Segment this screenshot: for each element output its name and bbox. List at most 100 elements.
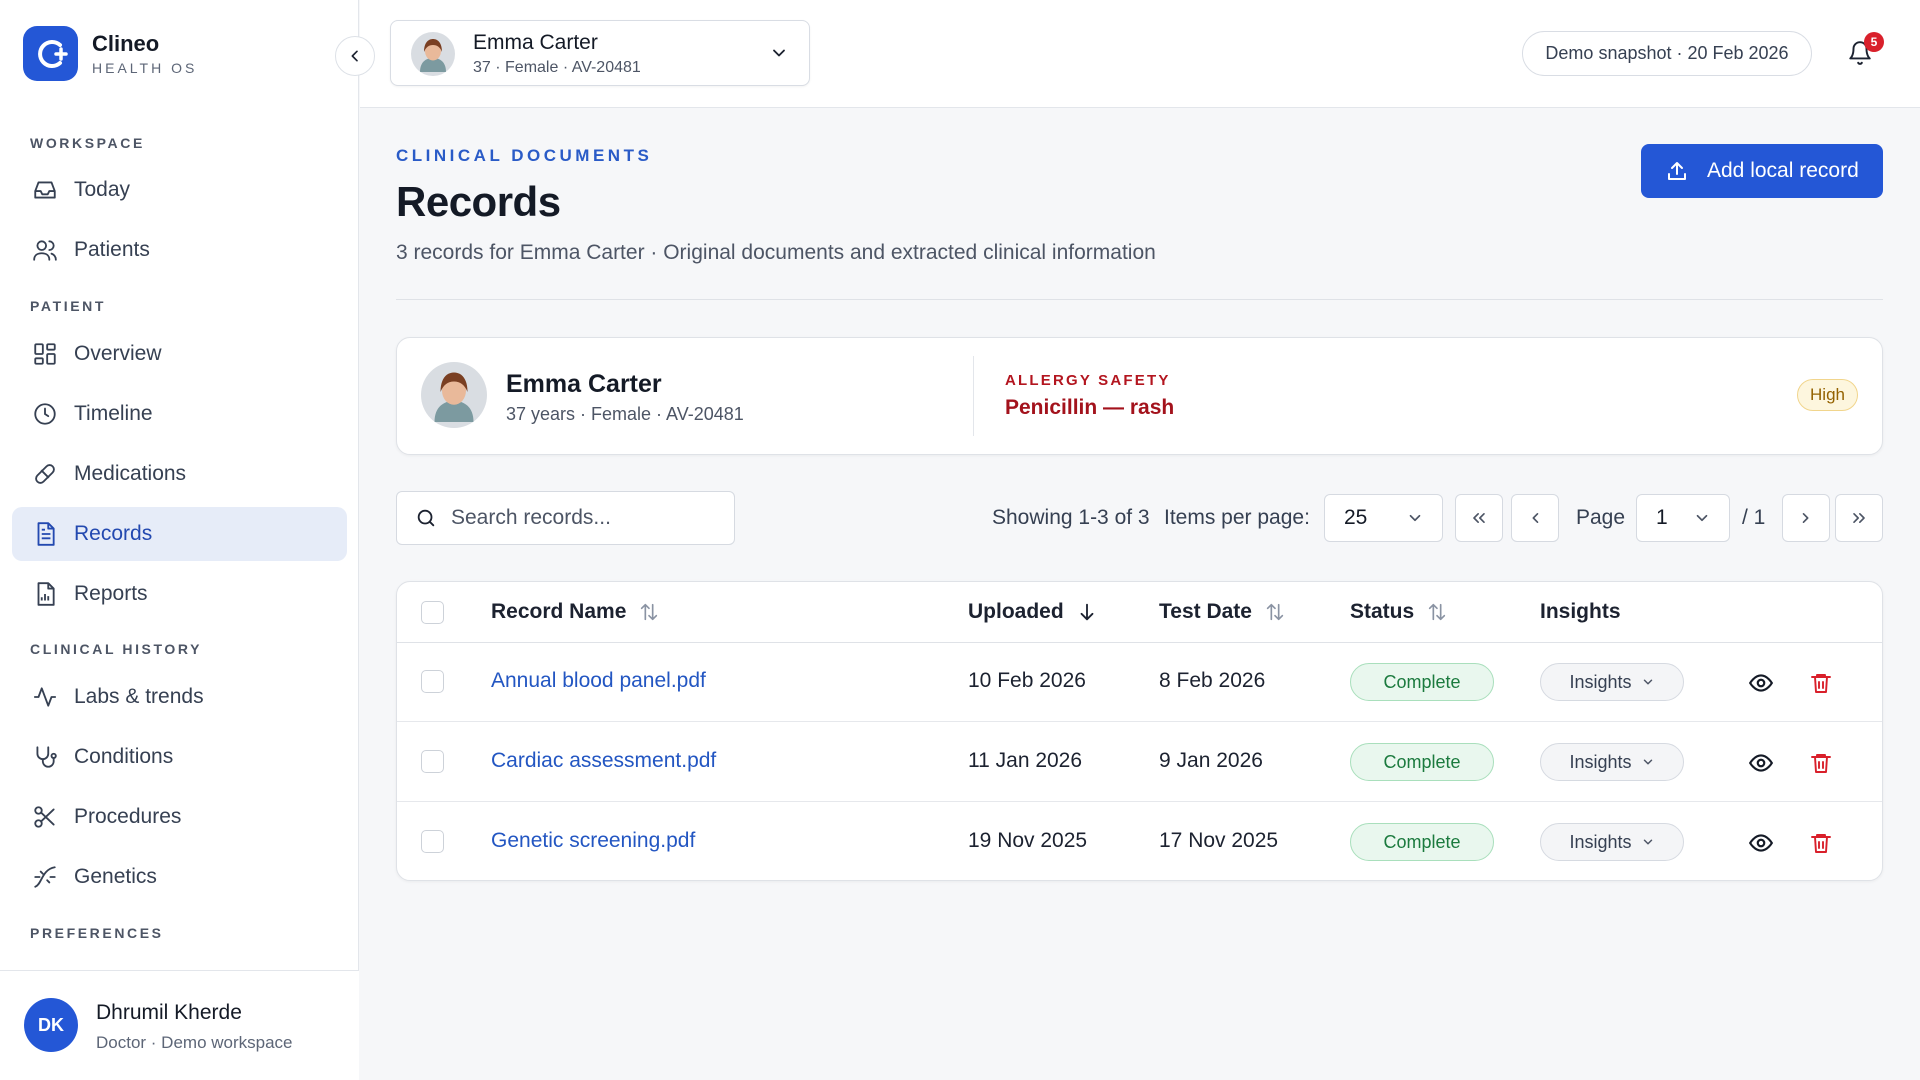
previous-page-button[interactable]: [1511, 494, 1559, 542]
row-checkbox[interactable]: [421, 830, 444, 853]
items-per-page-select[interactable]: 25: [1324, 494, 1443, 542]
card-separator: [973, 356, 974, 436]
grid-icon: [30, 339, 60, 369]
chevron-down-icon: [1406, 509, 1424, 533]
users-icon: [30, 235, 60, 265]
eye-icon: [1748, 670, 1774, 696]
test-date: 17 Nov 2025: [1159, 829, 1279, 852]
page-select[interactable]: 1: [1636, 494, 1730, 542]
column-record-name[interactable]: Record Name: [491, 600, 660, 624]
selected-patient-summary: 37 · Female · AV-20481: [473, 59, 641, 76]
chevrons-left-icon: [1469, 508, 1489, 528]
patient-photo: [421, 362, 487, 428]
uploaded-date: 10 Feb 2026: [968, 669, 1086, 692]
allergy-value: Penicillin — rash: [1005, 396, 1175, 419]
items-per-page-value: 25: [1344, 506, 1368, 529]
chevron-down-icon: [1693, 509, 1711, 533]
sidebar-item-conditions[interactable]: Conditions: [12, 730, 347, 784]
sidebar-item-overview[interactable]: Overview: [12, 327, 347, 381]
sidebar-item-timeline[interactable]: Timeline: [12, 387, 347, 441]
delete-record-button[interactable]: [1805, 827, 1837, 859]
dna-icon: [30, 862, 60, 892]
sort-icon: [638, 601, 660, 623]
notification-count-badge: 5: [1864, 32, 1884, 52]
insights-dropdown-button[interactable]: Insights: [1540, 743, 1684, 781]
collapse-sidebar-button[interactable]: [335, 36, 375, 76]
sidebar-item-label: Medications: [74, 462, 187, 485]
nav-section-workspace: WORKSPACE: [30, 135, 145, 151]
status-badge: Complete: [1350, 823, 1494, 861]
column-test-date[interactable]: Test Date: [1159, 600, 1286, 624]
insights-label: Insights: [1569, 751, 1632, 772]
add-local-record-button[interactable]: Add local record: [1641, 144, 1883, 198]
row-checkbox[interactable]: [421, 670, 444, 693]
test-date: 8 Feb 2026: [1159, 669, 1266, 692]
page-label: Page: [1576, 506, 1626, 529]
view-record-button[interactable]: [1745, 827, 1777, 859]
brand[interactable]: Clineo HEALTH OS: [23, 26, 197, 81]
chevron-left-icon: [1525, 508, 1545, 528]
page-eyebrow: CLINICAL DOCUMENTS: [396, 146, 653, 165]
add-local-record-label: Add local record: [1707, 159, 1859, 182]
test-date: 9 Jan 2026: [1159, 749, 1263, 772]
clock-icon: [30, 399, 60, 429]
column-insights: Insights: [1540, 600, 1621, 624]
column-uploaded[interactable]: Uploaded: [968, 600, 1098, 624]
sidebar-item-records[interactable]: Records: [12, 507, 347, 561]
status-badge: Complete: [1350, 743, 1494, 781]
sidebar-item-patients[interactable]: Patients: [12, 223, 347, 277]
chevron-down-icon: [1641, 835, 1655, 849]
sidebar-item-labs-trends[interactable]: Labs & trends: [12, 670, 347, 724]
user-role: Doctor · Demo workspace: [96, 1033, 293, 1052]
record-link[interactable]: Cardiac assessment.pdf: [491, 749, 716, 773]
next-page-button[interactable]: [1782, 494, 1830, 542]
patient-name: Emma Carter: [506, 370, 662, 398]
patient-selector[interactable]: Emma Carter 37 · Female · AV-20481: [390, 20, 810, 86]
sidebar-item-today[interactable]: Today: [12, 163, 347, 217]
insights-dropdown-button[interactable]: Insights: [1540, 663, 1684, 701]
sidebar-item-label: Today: [74, 178, 131, 201]
view-record-button[interactable]: [1745, 747, 1777, 779]
sidebar-item-label: Labs & trends: [74, 685, 204, 708]
sidebar-item-label: Genetics: [74, 865, 157, 888]
scissors-icon: [30, 802, 60, 832]
clineo-logo-icon: [23, 26, 78, 81]
record-link[interactable]: Annual blood panel.pdf: [491, 669, 706, 693]
column-label: Insights: [1540, 600, 1621, 623]
search-box[interactable]: [396, 491, 735, 545]
row-checkbox[interactable]: [421, 750, 444, 773]
chevron-left-icon: [347, 48, 363, 64]
insights-dropdown-button[interactable]: Insights: [1540, 823, 1684, 861]
divider: [396, 299, 1883, 300]
sidebar-item-label: Reports: [74, 582, 148, 605]
search-input[interactable]: [451, 506, 721, 530]
sidebar-item-genetics[interactable]: Genetics: [12, 850, 347, 904]
column-status[interactable]: Status: [1350, 600, 1448, 624]
patient-photo: [411, 32, 455, 76]
first-page-button[interactable]: [1455, 494, 1503, 542]
last-page-button[interactable]: [1835, 494, 1883, 542]
items-per-page-label: Items per page:: [1164, 506, 1310, 529]
patient-details: 37 years · Female · AV-20481: [506, 404, 744, 424]
delete-record-button[interactable]: [1805, 667, 1837, 699]
sort-icon: [1264, 601, 1286, 623]
brand-subtitle: HEALTH OS: [92, 59, 198, 76]
sidebar-item-procedures[interactable]: Procedures: [12, 790, 347, 844]
page-subtitle: 3 records for Emma Carter · Original doc…: [396, 241, 1156, 264]
record-link[interactable]: Genetic screening.pdf: [491, 829, 695, 853]
sidebar-item-medications[interactable]: Medications: [12, 447, 347, 501]
uploaded-date: 11 Jan 2026: [968, 749, 1083, 772]
nav-section-clinical-history: CLINICAL HISTORY: [30, 641, 203, 657]
user-profile[interactable]: DK Dhrumil Kherde Doctor · Demo workspac…: [0, 970, 359, 1080]
column-label: Uploaded: [968, 600, 1064, 623]
delete-record-button[interactable]: [1805, 747, 1837, 779]
view-record-button[interactable]: [1745, 667, 1777, 699]
select-all-checkbox[interactable]: [421, 601, 444, 624]
table-row: Annual blood panel.pdf 10 Feb 2026 8 Feb…: [397, 643, 1882, 722]
upload-icon: [1665, 159, 1689, 183]
sidebar-item-reports[interactable]: Reports: [12, 567, 347, 621]
table-header: Record Name Uploaded Test Date Status In…: [397, 582, 1882, 643]
chevrons-right-icon: [1849, 508, 1869, 528]
sidebar-item-label: Overview: [74, 342, 162, 365]
sidebar-item-label: Records: [74, 522, 153, 545]
